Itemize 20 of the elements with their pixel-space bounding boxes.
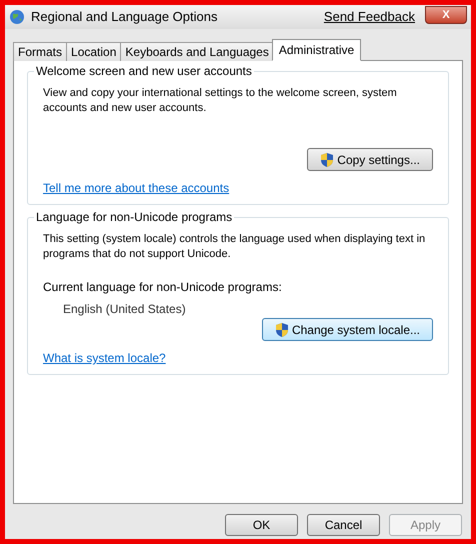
shield-button[interactable]: Copy settings... xyxy=(307,148,433,171)
shield-icon xyxy=(320,152,334,168)
help-link[interactable]: Tell me more about these accounts xyxy=(43,181,230,196)
shield-button[interactable]: Change system locale... xyxy=(262,318,433,341)
shield-icon xyxy=(274,322,289,338)
dialog-button[interactable]: Cancel xyxy=(307,514,380,536)
dialog-button[interactable]: OK xyxy=(225,514,298,536)
current-language-value: English (United States) xyxy=(63,302,187,317)
window-title: Regional and Language Options xyxy=(31,8,218,26)
description-text: This setting (system locale) controls the language used when displaying text in programs that do not support Unicode. xyxy=(43,232,426,262)
globe-icon xyxy=(9,9,25,25)
current-language-label: Current language for non-Unicode programs: xyxy=(43,280,283,295)
group-title: Language for non-Unicode programs xyxy=(34,210,234,225)
tab[interactable]: Location xyxy=(66,42,122,61)
send-feedback-link[interactable]: Send Feedback xyxy=(324,7,415,27)
tab[interactable]: Keyboards and Languages xyxy=(120,42,274,61)
help-link[interactable]: What is system locale? xyxy=(43,351,166,366)
description-text: View and copy your international settings to the welcome screen, system accounts and new user accounts. xyxy=(43,86,398,116)
tab[interactable]: Administrative xyxy=(272,39,362,61)
tab[interactable]: Formats xyxy=(13,42,68,61)
